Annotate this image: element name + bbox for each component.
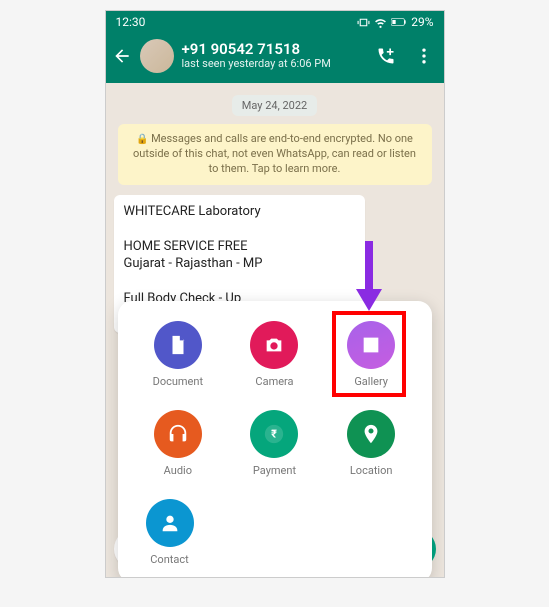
camera-icon (263, 334, 285, 356)
headphones-icon (167, 423, 189, 445)
attach-gallery[interactable]: Gallery (347, 321, 395, 388)
header-text[interactable]: +91 90542 71518 last seen yesterday at 6… (182, 41, 368, 71)
attach-location-label: Location (350, 464, 393, 477)
encryption-notice[interactable]: Messages and calls are end-to-end encryp… (118, 124, 432, 185)
phone-frame: 12:30 29% +91 90542 71518 last seen yest… (105, 10, 445, 578)
date-chip: May 24, 2022 (232, 95, 317, 116)
chat-header: +91 90542 71518 last seen yesterday at 6… (106, 33, 444, 83)
attach-gallery-label: Gallery (354, 375, 388, 388)
person-icon (159, 512, 181, 534)
chat-area: May 24, 2022 Messages and calls are end-… (106, 83, 444, 523)
avatar[interactable] (140, 39, 174, 73)
document-icon (167, 334, 189, 356)
back-arrow-icon[interactable] (112, 46, 132, 66)
location-pin-icon (360, 423, 382, 445)
attach-location[interactable]: Location (347, 410, 395, 477)
add-call-icon[interactable] (376, 46, 396, 66)
attach-contact[interactable]: Contact (146, 499, 194, 566)
last-seen: last seen yesterday at 6:06 PM (182, 58, 368, 71)
wifi-icon (374, 16, 387, 29)
attach-payment[interactable]: ₹ Payment (250, 410, 298, 477)
attach-camera-label: Camera (255, 375, 293, 388)
battery-icon (391, 17, 407, 27)
vibrate-icon (357, 16, 370, 29)
rupee-icon: ₹ (263, 423, 285, 445)
attach-camera[interactable]: Camera (250, 321, 298, 388)
attach-document-label: Document (153, 375, 203, 388)
attach-audio[interactable]: Audio (154, 410, 202, 477)
attach-document[interactable]: Document (153, 321, 203, 388)
gallery-icon (360, 334, 382, 356)
contact-name: +91 90542 71518 (182, 41, 368, 58)
attach-payment-label: Payment (253, 464, 296, 477)
status-right: 29% (357, 15, 433, 29)
attach-audio-label: Audio (164, 464, 192, 477)
status-battery: 29% (411, 15, 433, 29)
more-menu-icon[interactable] (414, 46, 434, 66)
status-bar: 12:30 29% (106, 11, 444, 33)
attachment-panel: Document Camera Gallery Audio ₹ Payment (118, 301, 432, 578)
attach-contact-label: Contact (150, 553, 188, 566)
status-time: 12:30 (116, 15, 146, 29)
svg-text:₹: ₹ (272, 428, 278, 441)
